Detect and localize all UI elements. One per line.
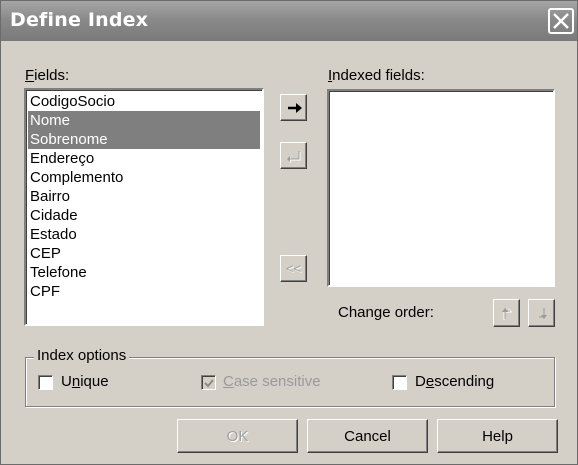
fields-list-item[interactable]: Bairro xyxy=(28,187,260,206)
add-field-button[interactable] xyxy=(280,94,307,121)
case-sensitive-checkbox[interactable] xyxy=(201,375,216,390)
define-index-dialog: Define Index Fields: CodigoSocio Nome Sobr… xyxy=(0,0,578,465)
cancel-button-label: Cancel xyxy=(344,427,391,445)
change-order-label: Change order: xyxy=(338,304,434,321)
help-button[interactable]: Help xyxy=(437,419,558,453)
fields-listbox[interactable]: CodigoSocio Nome Sobrenome Endereço Compleme… xyxy=(24,88,264,326)
index-options-label: Index options xyxy=(34,347,130,364)
remove-field-button[interactable] xyxy=(280,142,307,169)
fields-list-item[interactable]: Telefone xyxy=(28,263,260,282)
right-arrow-icon xyxy=(288,103,302,113)
fields-list-item[interactable]: Endereço xyxy=(28,149,260,168)
fields-list-item[interactable]: CPF xyxy=(28,282,260,301)
case-sensitive-label: Case sensitive xyxy=(223,373,321,390)
descending-label[interactable]: Descending xyxy=(415,373,494,390)
ok-button[interactable]: OK xyxy=(177,419,298,453)
ok-button-label: OK xyxy=(226,427,249,445)
fields-list-item[interactable]: CEP xyxy=(28,244,260,263)
remove-all-button[interactable]: << xyxy=(280,255,307,282)
fields-list-item[interactable]: Estado xyxy=(28,225,260,244)
indexed-fields-listbox[interactable] xyxy=(327,89,555,287)
descending-checkbox[interactable] xyxy=(392,375,407,390)
indexed-fields-label: Indexed fields: xyxy=(328,67,425,84)
checkmark-icon xyxy=(204,379,214,388)
fields-label: Fields: xyxy=(25,67,70,84)
left-return-arrow-icon xyxy=(287,151,301,163)
unique-label[interactable]: Unique xyxy=(61,373,109,390)
move-up-button[interactable] xyxy=(493,299,520,327)
remove-all-label: << xyxy=(285,261,302,276)
unique-checkbox[interactable] xyxy=(38,375,53,390)
close-button[interactable] xyxy=(548,8,574,34)
cancel-button[interactable]: Cancel xyxy=(307,419,428,453)
dialog-title: Define Index xyxy=(10,9,149,31)
move-down-button[interactable] xyxy=(528,299,555,327)
fields-list-item[interactable]: Nome xyxy=(28,111,260,130)
fields-list-item[interactable]: Sobrenome xyxy=(28,130,260,149)
title-bar[interactable]: Define Index xyxy=(1,1,577,41)
fields-list-item[interactable]: Cidade xyxy=(28,206,260,225)
fields-list-item[interactable]: Complemento xyxy=(28,168,260,187)
close-icon xyxy=(553,13,569,29)
fields-list-item[interactable]: CodigoSocio xyxy=(28,92,260,111)
help-button-label: Help xyxy=(482,427,513,445)
move-up-icon xyxy=(502,308,512,320)
move-down-icon xyxy=(539,308,547,319)
